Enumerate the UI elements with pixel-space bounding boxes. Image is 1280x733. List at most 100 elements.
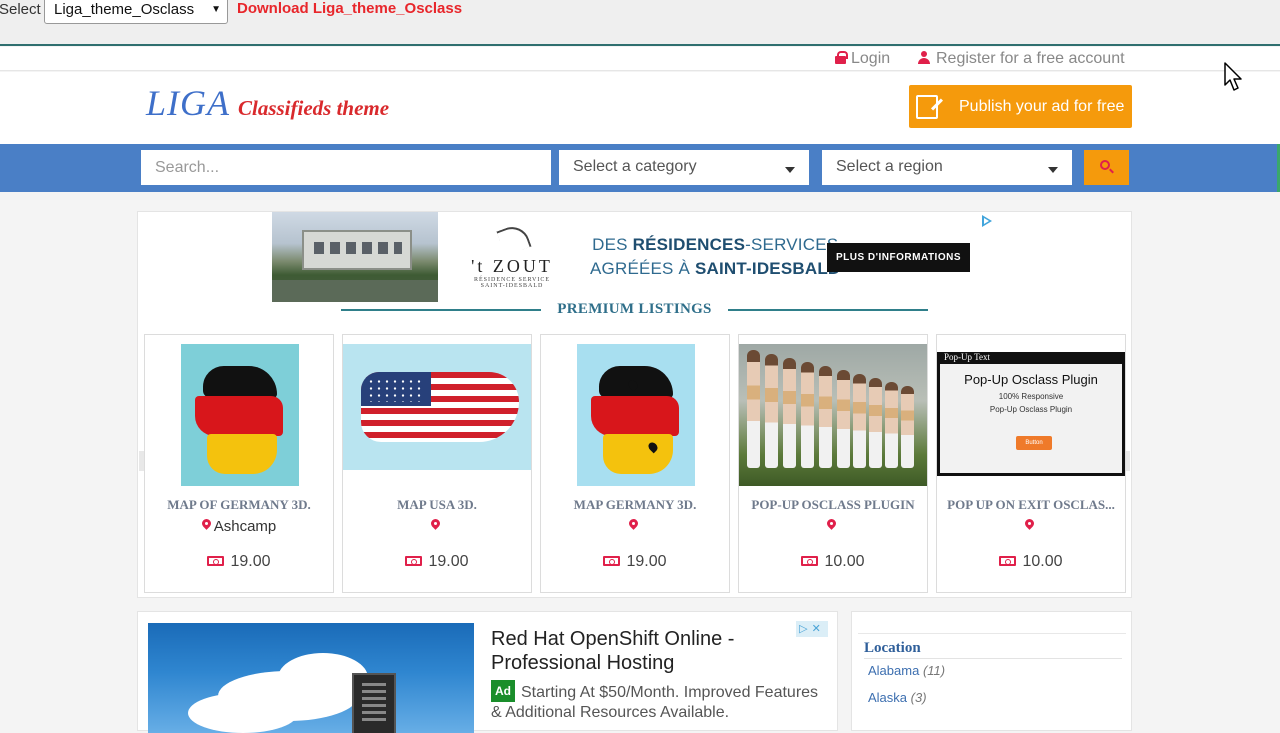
germany-map-image bbox=[577, 344, 695, 486]
premium-listings-carousel: MAP OF GERMANY 3D. Ashcamp 19.00 MAP USA… bbox=[144, 334, 1129, 593]
ad-badge: Ad bbox=[491, 680, 515, 702]
hosting-ad-description: Ad Starting At $50/Month. Improved Featur… bbox=[491, 680, 831, 723]
popup-preview-button: Button bbox=[1016, 436, 1052, 450]
hosting-ad-text: Starting At $50/Month. Improved Features… bbox=[491, 684, 819, 721]
listing-title[interactable]: POP UP ON EXIT OSCLAS... bbox=[937, 497, 1125, 513]
map-pin-icon bbox=[827, 519, 836, 532]
popup-plugin-preview: Pop-Up Text Pop-Up Osclass Plugin 100% R… bbox=[937, 352, 1125, 476]
listing-price: 10.00 bbox=[937, 553, 1125, 571]
demo-select-label: Select bbox=[0, 1, 41, 18]
search-input[interactable] bbox=[141, 150, 551, 185]
listing-thumbnail[interactable] bbox=[541, 344, 729, 486]
premium-listings-title: PREMIUM LISTINGS bbox=[557, 301, 712, 317]
listing-title[interactable]: POP-UP OSCLASS PLUGIN bbox=[739, 497, 927, 513]
hosting-ad[interactable]: Red Hat OpenShift Online - Professional … bbox=[137, 611, 838, 733]
tagline-part: AGRÉÉES À bbox=[590, 259, 695, 278]
residence-brand-name: 't ZOUT bbox=[471, 256, 553, 276]
team-photo-image bbox=[739, 344, 927, 486]
person-figure bbox=[765, 354, 778, 468]
location-name: Alaska bbox=[868, 690, 908, 705]
publish-ad-label: Publish your ad for free bbox=[959, 97, 1125, 115]
listing-price-value: 19.00 bbox=[428, 553, 469, 570]
listing-location bbox=[739, 518, 927, 535]
site-logo[interactable]: LIGA Classifieds theme bbox=[146, 82, 389, 124]
popup-preview-head: Pop-Up Text bbox=[944, 352, 990, 362]
location-count: (11) bbox=[922, 663, 946, 678]
popup-preview-subtitle: 100% Responsive Pop-Up Osclass Plugin bbox=[940, 390, 1122, 416]
map-pin-icon bbox=[431, 519, 440, 532]
theme-select-dropdown[interactable]: Liga_theme_Osclass ▼ bbox=[44, 0, 228, 24]
sidebar-item-alabama[interactable]: Alabama (11) bbox=[868, 663, 945, 678]
publish-ad-button[interactable]: Publish your ad for free bbox=[909, 85, 1132, 128]
listing-thumbnail[interactable] bbox=[739, 344, 927, 486]
listing-title[interactable]: MAP OF GERMANY 3D. bbox=[145, 497, 333, 513]
residence-ad-cta-button[interactable]: PLUS D'INFORMATIONS bbox=[827, 243, 970, 272]
sidebar-divider bbox=[864, 658, 1122, 659]
map-black-region bbox=[203, 366, 277, 398]
usa-map-image bbox=[343, 344, 531, 470]
region-select[interactable]: Select a region bbox=[822, 150, 1072, 185]
hosting-ad-title[interactable]: Red Hat OpenShift Online - Professional … bbox=[491, 627, 734, 675]
login-link[interactable]: Login bbox=[835, 50, 890, 68]
adchoices-icon[interactable] bbox=[982, 215, 992, 227]
listing-title[interactable]: MAP USA 3D. bbox=[343, 497, 531, 513]
listing-price: 19.00 bbox=[343, 553, 531, 571]
usa-flag-map-shape bbox=[361, 372, 519, 442]
person-figure bbox=[869, 378, 882, 468]
brand-swirl-icon bbox=[496, 221, 532, 257]
popup-preview-title: Pop-Up Osclass Plugin bbox=[964, 372, 1098, 387]
garden-shape bbox=[272, 280, 438, 302]
listing-thumbnail[interactable]: Pop-Up Text Pop-Up Osclass Plugin 100% R… bbox=[937, 344, 1125, 486]
mouse-cursor-icon bbox=[1224, 62, 1242, 91]
residence-ad-tagline: DES RÉSIDENCES-SERVICES AGRÉÉES À SAINT-… bbox=[590, 233, 840, 281]
residence-ad-photo bbox=[272, 212, 438, 302]
listing-card[interactable]: POP-UP OSCLASS PLUGIN 10.00 bbox=[738, 334, 928, 593]
logo-main-text: LIGA bbox=[146, 83, 230, 123]
listing-title[interactable]: MAP GERMANY 3D. bbox=[541, 497, 729, 513]
region-select-value: Select a region bbox=[836, 158, 943, 175]
register-link[interactable]: Register for a free account bbox=[918, 50, 1125, 68]
popup-preview-line: Pop-Up Osclass Plugin bbox=[989, 405, 1073, 414]
lock-icon bbox=[835, 51, 848, 64]
search-icon bbox=[1100, 160, 1110, 170]
server-tower-icon bbox=[352, 673, 396, 733]
download-theme-link[interactable]: Download Liga_theme_Osclass bbox=[237, 0, 462, 17]
category-select-value: Select a category bbox=[573, 158, 697, 175]
map-gold-region bbox=[603, 434, 673, 474]
listing-card[interactable]: MAP OF GERMANY 3D. Ashcamp 19.00 bbox=[144, 334, 334, 593]
chevron-down-icon bbox=[1048, 167, 1058, 173]
listing-thumbnail[interactable] bbox=[343, 344, 531, 486]
listing-price-value: 10.00 bbox=[824, 553, 865, 570]
tagline-bold: RÉSIDENCES bbox=[632, 235, 746, 254]
demo-selector-bar: Select Liga_theme_Osclass ▼ Download Lig… bbox=[0, 0, 1280, 46]
listing-thumbnail[interactable] bbox=[145, 344, 333, 486]
register-label: Register for a free account bbox=[936, 50, 1125, 67]
logo-sub-text: Classifieds theme bbox=[238, 96, 390, 120]
site-header: LIGA Classifieds theme Publish your ad f… bbox=[0, 72, 1280, 144]
residence-ad-banner[interactable]: 't ZOUT RÉSIDENCE SERVICE SAINT-IDESBALD… bbox=[272, 212, 972, 302]
money-icon bbox=[999, 556, 1017, 566]
money-icon bbox=[603, 556, 621, 566]
listing-card[interactable]: Pop-Up Text Pop-Up Osclass Plugin 100% R… bbox=[936, 334, 1126, 593]
search-button[interactable] bbox=[1084, 150, 1129, 185]
listing-card[interactable]: MAP USA 3D. 19.00 bbox=[342, 334, 532, 593]
germany-map-image bbox=[181, 344, 299, 486]
tagline-part: DES bbox=[592, 235, 633, 254]
location-count: (3) bbox=[910, 690, 927, 705]
listing-location bbox=[937, 518, 1125, 535]
heading-divider bbox=[728, 309, 928, 311]
map-pin-icon bbox=[1025, 519, 1034, 532]
residence-ad-logo: 't ZOUT RÉSIDENCE SERVICE SAINT-IDESBALD bbox=[462, 221, 562, 296]
cloud-shape bbox=[188, 693, 298, 733]
listing-location: Ashcamp bbox=[145, 518, 333, 535]
listing-card[interactable]: MAP GERMANY 3D. 19.00 bbox=[540, 334, 730, 593]
sidebar-item-alaska[interactable]: Alaska (3) bbox=[868, 690, 927, 705]
sidebar-top-divider bbox=[858, 618, 1126, 634]
theme-select-value: Liga_theme_Osclass bbox=[54, 1, 195, 18]
listing-price: 10.00 bbox=[739, 553, 927, 571]
listing-price-value: 10.00 bbox=[1022, 553, 1063, 570]
category-select[interactable]: Select a category bbox=[559, 150, 809, 185]
listing-price-value: 19.00 bbox=[626, 553, 667, 570]
top-links-bar: Login Register for a free account bbox=[0, 47, 1280, 71]
ad-close-icon[interactable]: ▷✕ bbox=[796, 621, 828, 637]
